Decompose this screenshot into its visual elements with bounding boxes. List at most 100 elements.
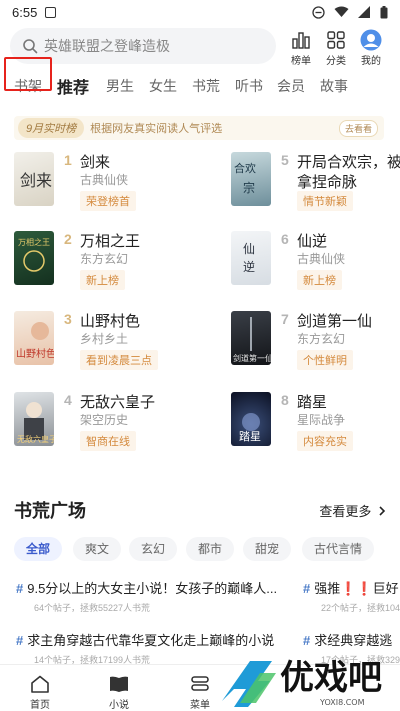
book-badge: 新上榜 [297, 270, 342, 290]
book-title: 万相之王 [80, 233, 141, 250]
book-cover: 踏星 [231, 392, 271, 446]
post-item[interactable]: # 强推❗❗巨好 22个帖子，拯救104 [303, 578, 400, 614]
signal-icon [358, 6, 370, 18]
chip-shuangwen[interactable]: 爽文 [73, 537, 122, 561]
chevron-right-icon [379, 506, 386, 516]
book-genre: 古典仙侠 [297, 252, 346, 266]
section-title: 书荒广场 [14, 501, 86, 521]
svg-text:优戏吧: 优戏吧 [280, 658, 382, 698]
tab-story[interactable]: 故事 [320, 76, 348, 96]
search-placeholder: 英雄联盟之登峰造极 [44, 38, 170, 54]
book-genre: 架空历史 [80, 413, 129, 427]
book-genre: 东方玄幻 [80, 252, 129, 266]
post-title: #9.5分以上的大女主小说！女孩子的巅峰人... [16, 578, 277, 597]
category-button[interactable]: 分类 [316, 30, 356, 67]
ranking-tag: 9月实时榜 [18, 118, 85, 138]
book-icon [110, 676, 128, 692]
svg-text:踏星: 踏星 [239, 429, 261, 443]
book-item[interactable]: 剑道第一仙 7 剑道第一仙 东方玄幻 个性鲜明 [231, 311, 400, 375]
post-meta: 22个帖子，拯救104 [321, 603, 400, 613]
tab-vip[interactable]: 会员 [277, 76, 305, 96]
mine-label: 我的 [361, 56, 381, 67]
chip-xuanhuan[interactable]: 玄幻 [129, 537, 178, 561]
book-rank: 8 [281, 392, 289, 408]
book-cover: 万相之王 [14, 231, 54, 285]
svg-text:仙: 仙 [243, 242, 255, 256]
book-item[interactable]: 合欢宗 5 开局合欢宗，被 拿捏命脉 情节新颖 [231, 152, 400, 216]
book-item[interactable]: 踏星 8 踏星 星际战争 内容充实 [231, 392, 400, 456]
book-title: 山野村色 [80, 313, 141, 330]
hash-icon: # [303, 581, 311, 596]
post-item[interactable]: #9.5分以上的大女主小说！女孩子的巅峰人... 64个帖子，拯救55227人书… [16, 578, 277, 614]
avatar-icon [360, 29, 382, 51]
book-rank: 4 [64, 392, 72, 408]
chip-dushi[interactable]: 都市 [186, 537, 235, 561]
book-title: 踏星 [297, 394, 328, 411]
book-badge: 荣登榜首 [80, 191, 136, 211]
category-label: 分类 [326, 56, 346, 67]
ranking-go-button[interactable]: 去看看 [338, 119, 378, 137]
book-rank: 7 [281, 311, 289, 327]
tab-recommend[interactable]: 推荐 [57, 74, 89, 98]
dnd-icon [312, 5, 325, 19]
svg-text:宗: 宗 [243, 180, 255, 195]
book-title-line2: 拿捏命脉 [297, 174, 358, 191]
book-rank: 2 [64, 231, 72, 247]
category-tabs: 书架 推荐 男生 女生 书荒 听书 会员 故事 [0, 72, 400, 100]
nav-home[interactable]: 首页 [18, 675, 62, 711]
book-item[interactable]: 万相之王 2 万相之王 东方玄幻 新上榜 [14, 231, 204, 295]
svg-text:无敌六皇子: 无敌六皇子 [17, 434, 54, 444]
book-genre: 乡村乡土 [80, 332, 129, 346]
book-genre: 星际战争 [297, 413, 346, 427]
grid-icon [327, 31, 345, 49]
chip-all[interactable]: 全部 [14, 537, 63, 561]
tab-female[interactable]: 女生 [149, 76, 177, 96]
book-item[interactable]: 山野村色 3 山野村色 乡村乡土 看到凌晨三点 [14, 311, 204, 375]
book-title: 开局合欢宗，被 [297, 154, 400, 171]
book-cover: 合欢宗 [231, 152, 271, 206]
book-rank: 1 [64, 152, 72, 168]
book-cover: 剑来 [14, 152, 54, 206]
book-item[interactable]: 无敌六皇子 4 无敌六皇子 架空历史 智商在线 [14, 392, 204, 456]
nav-novel[interactable]: 小说 [97, 675, 141, 711]
post-title: # 强推❗❗巨好 [303, 578, 400, 597]
svg-text:逆: 逆 [243, 259, 255, 274]
book-item[interactable]: 仙逆 6 仙逆 古典仙侠 新上榜 [231, 231, 400, 295]
bookshelf-tab-highlight [4, 57, 52, 91]
status-icons [312, 5, 388, 19]
mine-button[interactable]: 我的 [351, 29, 391, 67]
book-badge: 内容充实 [297, 431, 353, 451]
chip-gudai-yanqing[interactable]: 古代言情 [302, 537, 375, 561]
menu-icon [191, 676, 209, 691]
chip-tianchong[interactable]: 甜宠 [243, 537, 292, 561]
svg-text:山野村色: 山野村色 [16, 347, 54, 360]
bar-chart-icon [292, 32, 310, 49]
book-badge: 智商在线 [80, 431, 136, 451]
book-badge: 情节新颖 [297, 191, 353, 211]
book-genre: 东方玄幻 [297, 332, 346, 346]
svg-text:万相之王: 万相之王 [18, 237, 50, 247]
rank-list-button[interactable]: 榜单 [281, 30, 321, 67]
hash-icon: # [16, 633, 24, 648]
book-rank: 5 [281, 152, 289, 168]
search-icon [23, 39, 38, 54]
svg-text:剑道第一仙: 剑道第一仙 [233, 353, 271, 363]
book-item[interactable]: 剑来 1 剑来 古典仙侠 荣登榜首 [14, 152, 204, 216]
book-title: 剑道第一仙 [297, 313, 373, 330]
tab-audiobook[interactable]: 听书 [235, 76, 263, 96]
status-time: 6:55 [12, 4, 38, 20]
see-more-link[interactable]: 查看更多 [319, 501, 386, 520]
wifi-icon [334, 6, 349, 17]
hash-icon: # [16, 581, 24, 596]
book-rank: 3 [64, 311, 72, 327]
svg-text:合欢: 合欢 [234, 161, 256, 175]
svg-text:剑来: 剑来 [20, 171, 52, 190]
post-meta: 64个帖子，拯救55227人书荒 [34, 603, 151, 613]
ranking-desc: 根据网友真实阅读人气评选 [90, 123, 223, 135]
ranking-banner[interactable]: 9月实时榜 根据网友真实阅读人气评选 去看看 [14, 116, 384, 140]
book-title: 仙逆 [297, 233, 328, 250]
tab-male[interactable]: 男生 [106, 76, 134, 96]
book-cover: 无敌六皇子 [14, 392, 57, 446]
tab-book-shortage[interactable]: 书荒 [192, 76, 220, 96]
book-title: 剑来 [80, 154, 111, 171]
